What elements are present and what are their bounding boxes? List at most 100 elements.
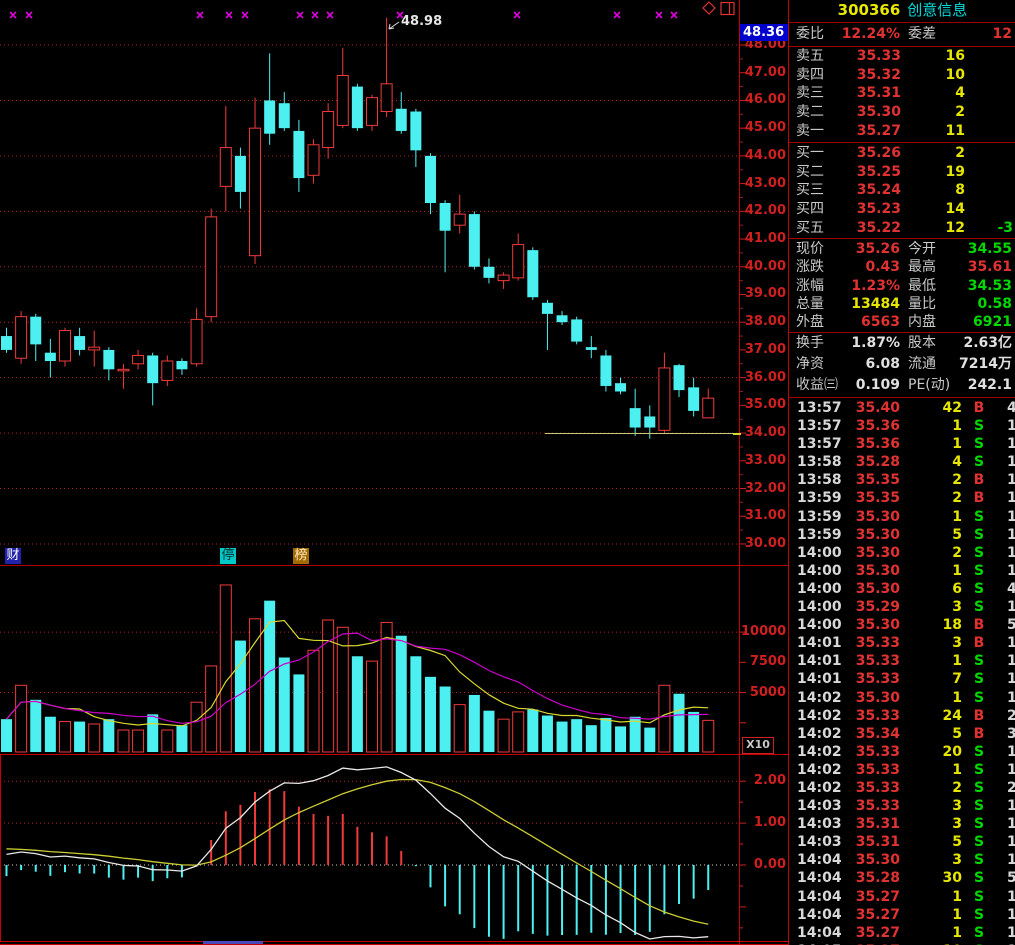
tick-count: 1 <box>1007 453 1015 471</box>
fund-stat-row: 换手 1.87% 股本 2.63亿 <box>790 333 1015 354</box>
tick-count: 1 <box>1007 888 1015 906</box>
stat-label: 股本 <box>908 333 936 354</box>
stat-label: 换手 <box>796 333 824 354</box>
tick-direction: S <box>972 833 986 851</box>
tick-list[interactable]: 13:57 35.40 42 B 4 13:57 35.36 1 S 1 13:… <box>790 399 1015 945</box>
ask-row[interactable]: 卖一 35.27 11 <box>790 122 1015 141</box>
bid-row[interactable]: 买三 35.24 8 <box>790 181 1015 200</box>
tick-time: 14:00 <box>797 562 842 580</box>
tick-direction: S <box>972 906 986 924</box>
tick-time: 14:02 <box>797 779 842 797</box>
tick-volume: 1 <box>952 508 962 526</box>
ask-row[interactable]: 卖四 35.32 10 <box>790 66 1015 85</box>
tick-price: 35.33 <box>856 707 900 725</box>
tick-row: 14:04 35.27 1 S 1 <box>790 888 1015 906</box>
tick-direction: S <box>972 417 986 435</box>
tick-price: 35.33 <box>856 652 900 670</box>
event-marker-icon <box>226 12 232 18</box>
tick-price: 35.35 <box>856 489 900 507</box>
event-marker-icon <box>26 12 32 18</box>
tick-direction: S <box>972 453 986 471</box>
tick-direction: B <box>972 725 986 743</box>
stat-value: 0.109 <box>856 375 900 396</box>
support-trendline[interactable] <box>545 433 739 434</box>
ask-row[interactable]: 卖二 35.30 2 <box>790 103 1015 122</box>
stat-label: 最低 <box>908 277 936 295</box>
tick-volume: 18 <box>943 616 962 634</box>
bid-extra: -3 <box>997 219 1013 238</box>
stock-header[interactable]: 300366创意信息 <box>790 0 1015 21</box>
bid-row[interactable]: 买二 35.25 19 <box>790 163 1015 182</box>
tick-time: 13:57 <box>797 435 842 453</box>
button-ting[interactable]: 停 <box>220 548 236 564</box>
tick-count: 1 <box>1007 562 1015 580</box>
restore-window-icon[interactable] <box>721 3 734 15</box>
quote-stat-row: 总量 13484 量比 0.58 <box>790 295 1015 313</box>
tick-row: 13:59 35.35 2 B 1 <box>790 489 1015 507</box>
fund-stat-row: 收益㈢ 0.109 PE(动) 242.1 <box>790 375 1015 396</box>
stat-value: 6921 <box>973 313 1012 331</box>
event-marker-icon <box>242 12 248 18</box>
stat-label: PE(动) <box>908 375 950 396</box>
event-marker-icon <box>327 12 333 18</box>
tick-direction: S <box>972 869 986 887</box>
bid-volume: 19 <box>946 163 965 182</box>
ask-row[interactable]: 卖五 35.33 16 <box>790 47 1015 66</box>
chart-canvas[interactable] <box>0 0 789 945</box>
tick-direction: B <box>972 634 986 652</box>
button-bang[interactable]: 榜 <box>293 548 309 564</box>
axis-label: 36.00 <box>741 371 786 385</box>
diamond-icon[interactable] <box>703 2 715 14</box>
stock-terminal: 48.0047.0046.0045.0044.0043.0042.0041.00… <box>0 0 1015 945</box>
bid-row[interactable]: 买一 35.26 2 <box>790 144 1015 163</box>
event-marker-icon <box>297 12 303 18</box>
tick-row: 13:58 35.28 4 S 1 <box>790 453 1015 471</box>
ask-label: 卖二 <box>796 103 824 122</box>
bid-price: 35.22 <box>857 219 901 238</box>
tick-price: 35.27 <box>856 924 900 942</box>
kline-volume-divider <box>0 565 789 566</box>
tick-volume: 1 <box>952 562 962 580</box>
tick-count: 1 <box>1007 743 1015 761</box>
fund-stat-row: 净资 6.08 流通 7214万 <box>790 354 1015 375</box>
tick-direction: S <box>972 743 986 761</box>
bid-row[interactable]: 买四 35.23 14 <box>790 200 1015 219</box>
axis-label: 35.00 <box>741 398 786 412</box>
tick-count: 5 <box>1007 616 1015 634</box>
tick-time: 14:02 <box>797 689 842 707</box>
quote-stat-row: 涨幅 1.23% 最低 34.53 <box>790 277 1015 295</box>
tick-price: 35.30 <box>856 689 900 707</box>
tick-volume: 3 <box>952 598 962 616</box>
bid-volume: 8 <box>955 181 965 200</box>
volume-macd-divider <box>0 754 789 755</box>
bid-row[interactable]: 买五 35.22 12 -3 <box>790 219 1015 238</box>
tick-price: 35.30 <box>856 580 900 598</box>
button-cai[interactable]: 财 <box>5 548 21 564</box>
axis-label: 45.00 <box>741 121 786 135</box>
tick-volume: 1 <box>952 924 962 942</box>
tick-volume: 2 <box>952 489 962 507</box>
tick-volume: 4 <box>952 453 962 471</box>
tick-count: 1 <box>1007 833 1015 851</box>
tick-row: 14:01 35.33 7 S 1 <box>790 670 1015 688</box>
ask-row[interactable]: 卖三 35.31 4 <box>790 84 1015 103</box>
ask-volume: 4 <box>955 84 965 103</box>
peak-price-annotation: 48.98 <box>401 14 442 29</box>
quote-stats: 现价 35.26 今开 34.55 涨跌 0.43 最高 35.61 涨幅 1.… <box>790 240 1015 331</box>
bid-levels: 买一 35.26 2 买二 35.25 19 买三 35.24 8 买四 35. <box>790 144 1015 237</box>
tick-time: 14:03 <box>797 833 842 851</box>
tick-row: 14:03 35.33 3 S 1 <box>790 797 1015 815</box>
axis-label: 40.00 <box>741 260 786 274</box>
tick-price: 35.30 <box>856 526 900 544</box>
tick-price: 35.27 <box>856 906 900 924</box>
tick-price: 35.33 <box>856 761 900 779</box>
tick-direction: B <box>972 489 986 507</box>
tick-direction: S <box>972 670 986 688</box>
stat-value: 34.55 <box>968 240 1012 258</box>
tick-volume: 24 <box>943 707 962 725</box>
stat-label: 今开 <box>908 240 936 258</box>
tick-time: 14:01 <box>797 670 842 688</box>
axis-divider <box>739 0 740 945</box>
tick-row: 14:02 35.33 2 S 2 <box>790 779 1015 797</box>
tick-volume: 1 <box>952 652 962 670</box>
